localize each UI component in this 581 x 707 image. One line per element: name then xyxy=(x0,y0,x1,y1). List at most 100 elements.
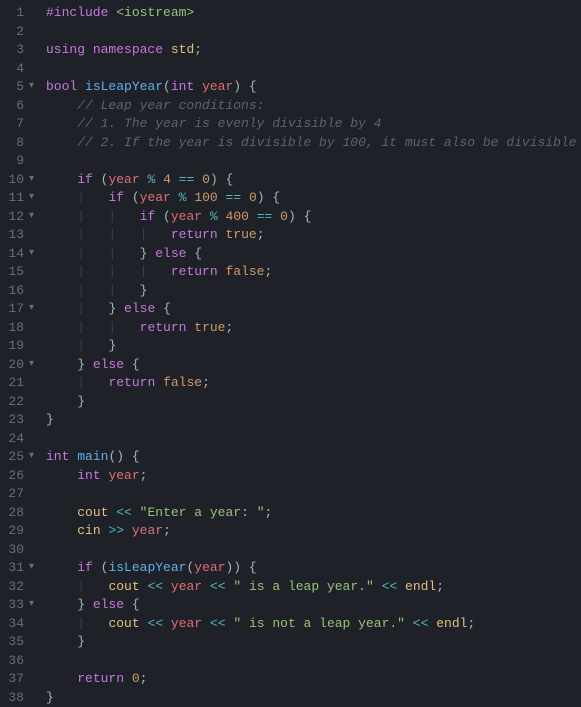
token-op: % xyxy=(179,190,187,205)
fold-icon[interactable]: ▾ xyxy=(29,189,34,208)
token-var: year xyxy=(171,579,202,594)
token-punc xyxy=(46,98,77,113)
token-punc: } xyxy=(46,690,54,705)
token-num: 0 xyxy=(202,172,210,187)
code-line[interactable]: } xyxy=(46,411,581,430)
token-kw: return xyxy=(171,227,218,242)
code-line[interactable]: cout << "Enter a year: "; xyxy=(46,504,581,523)
line-number: 37 xyxy=(4,670,24,689)
fold-icon[interactable]: ▾ xyxy=(29,596,34,615)
code-line[interactable]: #include <iostream> xyxy=(46,4,581,23)
token-ns: std xyxy=(171,42,194,57)
token-punc: ; xyxy=(140,468,148,483)
token-var: year xyxy=(108,468,139,483)
token-str: " is not a leap year." xyxy=(233,616,405,631)
code-line[interactable]: | | return true; xyxy=(46,319,581,338)
token-punc: ) { xyxy=(233,79,256,94)
token-ns: cin xyxy=(77,523,100,538)
fold-icon[interactable]: ▾ xyxy=(29,559,34,578)
token-punc xyxy=(46,579,77,594)
token-punc: } xyxy=(46,634,85,649)
token-kw: else xyxy=(124,301,155,316)
token-punc xyxy=(46,301,77,316)
code-line[interactable]: } else { xyxy=(46,356,581,375)
token-punc xyxy=(46,468,77,483)
token-kw: else xyxy=(93,357,124,372)
code-line[interactable]: // 2. If the year is divisible by 100, i… xyxy=(46,134,581,153)
code-line[interactable] xyxy=(46,485,581,504)
code-line[interactable]: using namespace std; xyxy=(46,41,581,60)
fold-icon[interactable]: ▾ xyxy=(29,171,34,190)
code-line[interactable] xyxy=(46,60,581,79)
code-line[interactable] xyxy=(46,652,581,671)
token-num: 0 xyxy=(132,671,140,686)
code-line[interactable]: if (year % 4 == 0) { xyxy=(46,171,581,190)
code-line[interactable]: int main() { xyxy=(46,448,581,467)
code-line[interactable]: cin >> year; xyxy=(46,522,581,541)
line-number: 20▾ xyxy=(4,356,24,375)
fold-icon[interactable]: ▾ xyxy=(29,448,34,467)
token-cmt: // 2. If the year is divisible by 100, i… xyxy=(77,135,581,150)
code-line[interactable]: return 0; xyxy=(46,670,581,689)
code-line[interactable]: | } xyxy=(46,337,581,356)
code-line[interactable] xyxy=(46,23,581,42)
code-line[interactable]: | cout << year << " is a leap year." << … xyxy=(46,578,581,597)
token-punc: ; xyxy=(140,671,148,686)
token-inc: <iostream> xyxy=(116,5,194,20)
token-bool: false xyxy=(225,264,264,279)
token-punc xyxy=(218,209,226,224)
token-punc: ; xyxy=(436,579,444,594)
fold-icon[interactable]: ▾ xyxy=(29,245,34,264)
code-line[interactable]: } else { xyxy=(46,596,581,615)
line-number: 26 xyxy=(4,467,24,486)
code-line[interactable]: | if (year % 100 == 0) { xyxy=(46,189,581,208)
fold-icon[interactable]: ▾ xyxy=(29,208,34,227)
code-line[interactable]: } xyxy=(46,393,581,412)
code-line[interactable]: // Leap year conditions: xyxy=(46,97,581,116)
code-area[interactable]: #include <iostream> using namespace std; b… xyxy=(32,0,581,703)
token-ns: cout xyxy=(77,505,108,520)
token-punc: } xyxy=(108,301,124,316)
token-punc: { xyxy=(124,357,140,372)
token-punc: } xyxy=(46,357,93,372)
token-op: << xyxy=(413,616,429,631)
token-punc: ; xyxy=(194,42,202,57)
code-line[interactable]: | | } xyxy=(46,282,581,301)
token-kw: if xyxy=(77,172,93,187)
fold-icon[interactable]: ▾ xyxy=(29,78,34,97)
token-var: year xyxy=(140,190,171,205)
code-line[interactable]: if (isLeapYear(year)) { xyxy=(46,559,581,578)
token-num: 0 xyxy=(249,190,257,205)
token-guide: | | xyxy=(77,209,139,224)
line-number: 11▾ xyxy=(4,189,24,208)
token-cmt: // Leap year conditions: xyxy=(77,98,264,113)
token-punc: ( xyxy=(155,209,171,224)
code-line[interactable]: | } else { xyxy=(46,300,581,319)
token-punc xyxy=(46,375,77,390)
code-line[interactable]: bool isLeapYear(int year) { xyxy=(46,78,581,97)
token-punc: ; xyxy=(257,227,265,242)
code-line[interactable]: | return false; xyxy=(46,374,581,393)
fold-icon[interactable]: ▾ xyxy=(29,356,34,375)
code-line[interactable]: } xyxy=(46,633,581,652)
line-number: 18 xyxy=(4,319,24,338)
fold-icon[interactable]: ▾ xyxy=(29,300,34,319)
line-number: 35 xyxy=(4,633,24,652)
code-line[interactable]: | | | return false; xyxy=(46,263,581,282)
token-str: " is a leap year." xyxy=(233,579,373,594)
code-line[interactable]: | | } else { xyxy=(46,245,581,264)
code-line[interactable]: int year; xyxy=(46,467,581,486)
code-line[interactable] xyxy=(46,430,581,449)
token-kw: else xyxy=(155,246,186,261)
code-line[interactable]: | cout << year << " is not a leap year."… xyxy=(46,615,581,634)
line-number: 10▾ xyxy=(4,171,24,190)
code-line[interactable] xyxy=(46,152,581,171)
token-op: << xyxy=(147,579,163,594)
token-op: << xyxy=(210,579,226,594)
code-line[interactable]: } xyxy=(46,689,581,707)
code-line[interactable]: | | if (year % 400 == 0) { xyxy=(46,208,581,227)
token-op: == xyxy=(226,190,242,205)
code-line[interactable]: | | | return true; xyxy=(46,226,581,245)
code-line[interactable]: // 1. The year is evenly divisible by 4 xyxy=(46,115,581,134)
code-line[interactable] xyxy=(46,541,581,560)
